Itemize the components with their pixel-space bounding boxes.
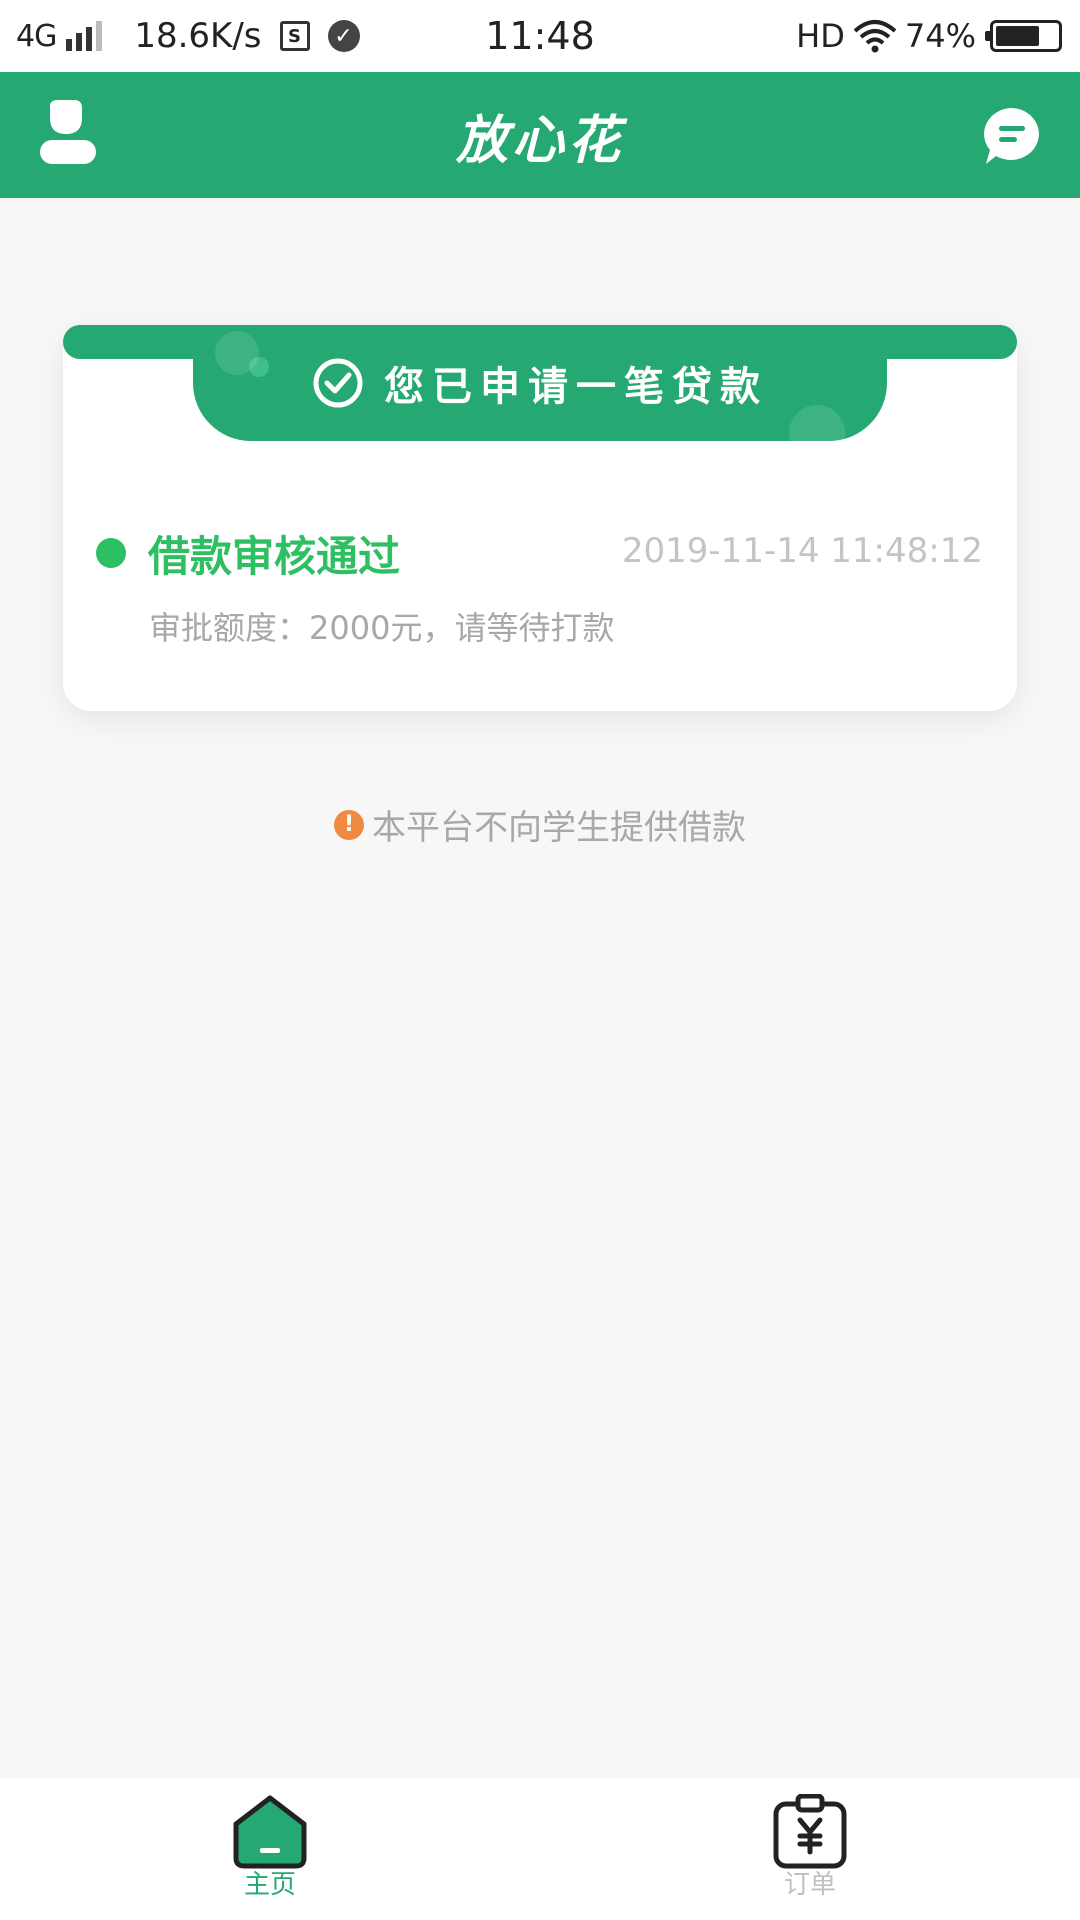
nav-item-orders[interactable]: 订单 <box>710 1778 910 1920</box>
hd-indicator: HD <box>796 17 845 55</box>
banner-bubble <box>789 405 845 441</box>
notice-text: 本平台不向学生提供借款 <box>372 808 746 848</box>
card-banner: 您已申请一笔贷款 <box>193 325 887 441</box>
status-bar-right: HD 74% <box>796 0 1062 72</box>
app-header: 放心花 <box>0 72 1080 198</box>
banner-bubble <box>249 357 269 377</box>
network-speed: 18.6K/s <box>134 16 262 56</box>
nav-item-home[interactable]: 主页 <box>170 1778 370 1920</box>
nav-label-orders: 订单 <box>783 1870 836 1900</box>
wifi-icon <box>853 20 897 53</box>
sim-icon: S <box>279 21 310 51</box>
status-bar-left: 4G 18.6K/s S ✓ <box>16 0 360 72</box>
order-icon <box>773 1794 847 1869</box>
status-dot <box>96 538 126 568</box>
status-title: 借款审核通过 <box>148 532 401 581</box>
page-title: 放心花 <box>455 110 624 171</box>
warning-icon: ! <box>334 809 364 840</box>
status-timestamp: 2019-11-14 11:48:12 <box>621 531 983 571</box>
battery-fill <box>996 26 1039 46</box>
nav-label-home: 主页 <box>243 1870 296 1900</box>
battery-icon <box>985 20 1062 52</box>
check-circle-icon: ✓ <box>327 20 360 52</box>
status-bar: 4G 18.6K/s S ✓ 11:48 HD 74% <box>0 0 1080 72</box>
check-circle-icon <box>313 358 363 408</box>
app-page: 4G 18.6K/s S ✓ 11:48 HD 74% 放心花 您已申请一笔贷款… <box>0 0 1080 1920</box>
loan-status-card: 您已申请一笔贷款 借款审核通过 2019-11-14 11:48:12 审批额度… <box>63 325 1017 711</box>
bottom-nav: 主页 订单 <box>0 1778 1080 1920</box>
home-icon <box>233 1795 307 1869</box>
banner-text: 您已申请一笔贷款 <box>384 364 768 410</box>
message-icon[interactable] <box>982 106 1042 166</box>
signal-icon <box>66 21 103 51</box>
student-notice: ! 本平台不向学生提供借款 <box>0 800 1080 849</box>
network-type: 4G <box>16 18 57 54</box>
battery-percent: 74% <box>904 17 976 55</box>
status-description: 审批额度：2000元，请等待打款 <box>149 609 615 647</box>
